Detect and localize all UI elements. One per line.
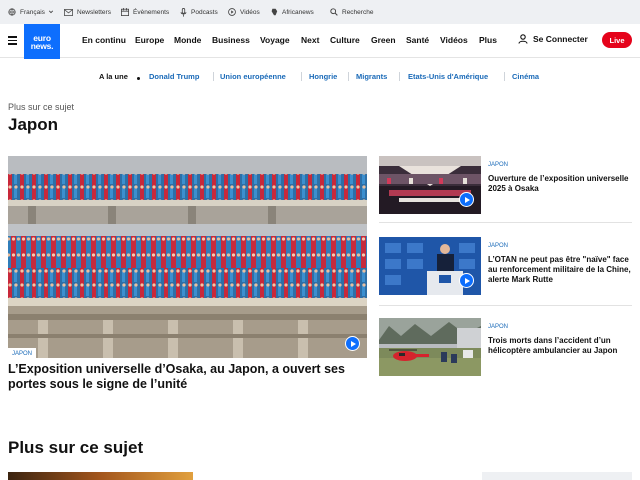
hero-tag[interactable]: JAPON [8, 348, 37, 359]
africanews-link[interactable]: Africanews [270, 0, 314, 24]
side-article-2-tag[interactable]: JAPON [488, 243, 508, 249]
nav-business[interactable]: Business [212, 35, 250, 45]
podcasts-label: Podcasts [191, 8, 218, 16]
topic-etats-unis[interactable]: Etats-Unis d'Amérique [408, 72, 488, 81]
nav-en-continu[interactable]: En continu [82, 35, 126, 45]
topic-separator [504, 72, 505, 81]
topic-a-la-une[interactable]: A la une [99, 72, 128, 81]
side-article-2-play-icon[interactable] [459, 273, 474, 288]
helicopter-crash-photo [379, 318, 481, 376]
nav-plus[interactable]: Plus [479, 35, 497, 45]
topic-migrants[interactable]: Migrants [356, 72, 387, 81]
page-title: Japon [8, 115, 59, 134]
side-article-3-thumbnail[interactable] [379, 318, 481, 376]
side-article-2-title[interactable]: L’OTAN ne peut pas être "naïve" face au … [488, 255, 633, 285]
topic-cinema[interactable]: Cinéma [512, 72, 539, 81]
topic-hongrie[interactable]: Hongrie [309, 72, 337, 81]
logo-text-bottom: news. [30, 40, 54, 51]
africanews-label: Africanews [282, 8, 314, 16]
more-article-thumbnail[interactable] [8, 472, 193, 480]
topic-separator [301, 72, 302, 81]
more-side-panel [482, 472, 632, 480]
nav-sante[interactable]: Santé [406, 35, 429, 45]
events-link[interactable]: Évènements [121, 0, 169, 24]
calendar-icon [121, 8, 129, 16]
nav-green[interactable]: Green [371, 35, 396, 45]
side-article-1[interactable]: JAPON Ouverture de l’exposition universe… [379, 156, 632, 214]
nav-europe[interactable]: Europe [135, 35, 164, 45]
topic-donald-trump[interactable]: Donald Trump [149, 72, 199, 81]
utility-bar: Français Newsletters Évènements Podcasts… [0, 0, 640, 24]
chevron-down-icon [48, 10, 54, 14]
play-circle-icon [228, 8, 236, 16]
divider [379, 305, 632, 306]
search-icon [330, 8, 338, 16]
hero-image[interactable] [8, 156, 367, 358]
more-section-title: Plus sur ce sujet [8, 438, 144, 457]
live-button[interactable]: Live [602, 32, 632, 48]
nav-monde[interactable]: Monde [174, 35, 201, 45]
nav-culture[interactable]: Culture [330, 35, 360, 45]
newsletters-label: Newsletters [77, 8, 111, 16]
nav-videos[interactable]: Vidéos [440, 35, 468, 45]
side-article-3[interactable]: JAPON Trois morts dans l’accident d’un h… [379, 318, 632, 376]
microphone-icon [180, 7, 187, 17]
topic-separator [348, 72, 349, 81]
mail-icon [64, 8, 73, 16]
side-article-1-tag[interactable]: JAPON [488, 162, 508, 168]
newsletters-link[interactable]: Newsletters [64, 0, 111, 24]
user-icon [518, 34, 528, 44]
events-label: Évènements [133, 8, 170, 16]
login-label: Se Connecter [533, 34, 588, 44]
topic-bar: A la une Donald Trump Union européenne H… [0, 68, 640, 86]
language-label: Français [20, 8, 45, 16]
globe-icon [8, 8, 16, 16]
hero-play-icon[interactable] [345, 336, 360, 351]
page-kicker: Plus sur ce sujet [8, 102, 75, 112]
topic-dot [137, 77, 140, 80]
language-selector[interactable]: Français [8, 0, 54, 24]
topic-union-europeenne[interactable]: Union européenne [220, 72, 286, 81]
topic-separator [399, 72, 400, 81]
live-label: Live [609, 35, 625, 45]
side-article-1-play-icon[interactable] [459, 192, 474, 207]
hero-photo [8, 156, 367, 358]
nav-next[interactable]: Next [301, 35, 319, 45]
side-article-3-title[interactable]: Trois morts dans l’accident d’un hélicop… [488, 336, 633, 356]
side-article-3-tag[interactable]: JAPON [488, 324, 508, 330]
podcasts-link[interactable]: Podcasts [180, 0, 218, 24]
nav-voyage[interactable]: Voyage [260, 35, 290, 45]
videos-label: Vidéos [240, 8, 260, 16]
videos-link[interactable]: Vidéos [228, 0, 260, 24]
hero-title[interactable]: L’Exposition universelle d’Osaka, au Jap… [8, 362, 358, 392]
divider [379, 222, 632, 223]
hero-tag-label: JAPON [12, 350, 33, 357]
euronews-logo[interactable]: euro news. [24, 24, 60, 59]
africanews-icon [271, 8, 278, 16]
main-navigation: euro news. En continu Europe Monde Busin… [0, 24, 640, 59]
menu-icon[interactable] [8, 36, 17, 45]
topic-separator [213, 72, 214, 81]
login-button[interactable]: Se Connecter [518, 34, 588, 44]
search-link[interactable]: Recherche [330, 0, 373, 24]
side-article-2[interactable]: JAPON L’OTAN ne peut pas être "naïve" fa… [379, 237, 632, 295]
side-article-1-title[interactable]: Ouverture de l’exposition universelle 20… [488, 174, 633, 194]
search-label: Recherche [342, 8, 374, 16]
